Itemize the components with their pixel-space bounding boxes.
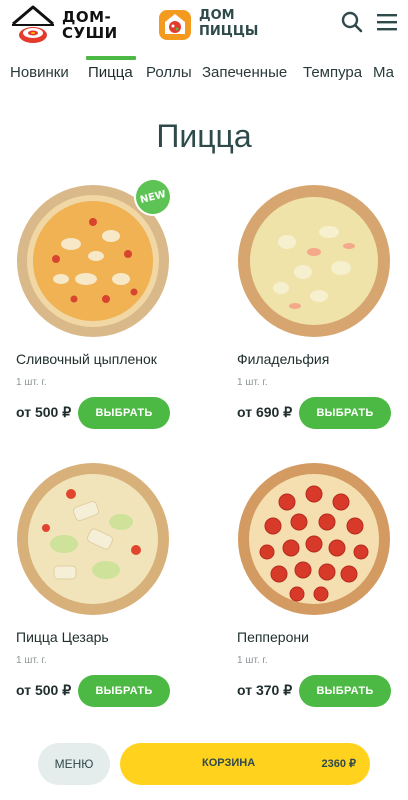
product-name: Пицца Цезарь — [16, 629, 109, 645]
choose-button[interactable]: ВЫБРАТЬ — [299, 397, 391, 429]
product-unit: 1 шт. г. — [237, 377, 268, 388]
tab-novinki[interactable]: Новинки — [10, 64, 69, 81]
sushi-house-icon — [10, 4, 56, 46]
menu-button[interactable]: МЕНЮ — [38, 743, 110, 785]
pizza-logo-line2: ПИЦЦЫ — [199, 24, 259, 39]
dom-sushi-logo[interactable]: ДОМ- СУШИ — [10, 4, 130, 46]
cart-total: 2360 ₽ — [321, 758, 356, 770]
tab-tempura[interactable]: Темпура — [303, 64, 362, 81]
pizza-image[interactable] — [237, 462, 391, 616]
tab-rolly[interactable]: Роллы — [146, 64, 192, 81]
pizza-image[interactable] — [237, 184, 391, 338]
pizza-house-icon — [157, 6, 193, 42]
sushi-logo-text: ДОМ- СУШИ — [62, 9, 118, 41]
product-price: от 500 ₽ — [16, 404, 72, 420]
active-tab-indicator — [86, 56, 136, 60]
product-name: Филадельфия — [237, 351, 330, 367]
product-unit: 1 шт. г. — [16, 377, 47, 388]
product-card[interactable]: Пепперони 1 шт. г. от 370 ₽ ВЫБРАТЬ — [237, 462, 407, 732]
product-price: от 690 ₽ — [237, 404, 293, 420]
dom-pizzy-logo[interactable]: ДОМ ПИЦЦЫ — [157, 5, 258, 43]
search-icon[interactable] — [340, 10, 364, 34]
choose-button[interactable]: ВЫБРАТЬ — [78, 675, 170, 707]
pizza-logo-text: ДОМ ПИЦЦЫ — [199, 8, 258, 40]
product-card[interactable]: NEW Сливочный цыпленок 1 шт. г. от 500 ₽… — [16, 176, 186, 454]
hamburger-menu-icon[interactable] — [375, 10, 399, 34]
header: ДОМ- СУШИ ДОМ ПИЦЦЫ — [0, 0, 408, 50]
category-tabs: Новинки Пицца Роллы Запеченные Темпура М… — [0, 56, 408, 88]
product-price: от 500 ₽ — [16, 682, 72, 698]
product-name: Сливочный цыпленок — [16, 351, 157, 367]
product-name: Пепперони — [237, 629, 309, 645]
pizza-logo-line1: ДОМ — [199, 8, 235, 23]
tab-pizza[interactable]: Пицца — [88, 64, 133, 81]
tab-more[interactable]: Ма — [373, 64, 394, 81]
product-unit: 1 шт. г. — [237, 655, 268, 666]
product-card[interactable]: Пицца Цезарь 1 шт. г. от 500 ₽ ВЫБРАТЬ — [16, 462, 186, 732]
pizza-image[interactable] — [16, 462, 170, 616]
product-unit: 1 шт. г. — [16, 655, 47, 666]
tab-zapechennye[interactable]: Запеченные — [202, 64, 287, 81]
sushi-logo-line2: СУШИ — [62, 24, 118, 42]
page-title: Пицца — [156, 118, 252, 154]
product-price: от 370 ₽ — [237, 682, 293, 698]
choose-button[interactable]: ВЫБРАТЬ — [299, 675, 391, 707]
choose-button[interactable]: ВЫБРАТЬ — [78, 397, 170, 429]
cart-label: КОРЗИНА — [202, 757, 256, 769]
sushi-logo-line1: ДОМ- — [62, 8, 112, 26]
product-card[interactable]: Филадельфия 1 шт. г. от 690 ₽ ВЫБРАТЬ — [237, 184, 407, 454]
cart-button[interactable]: КОРЗИНА 2360 ₽ — [120, 743, 370, 785]
